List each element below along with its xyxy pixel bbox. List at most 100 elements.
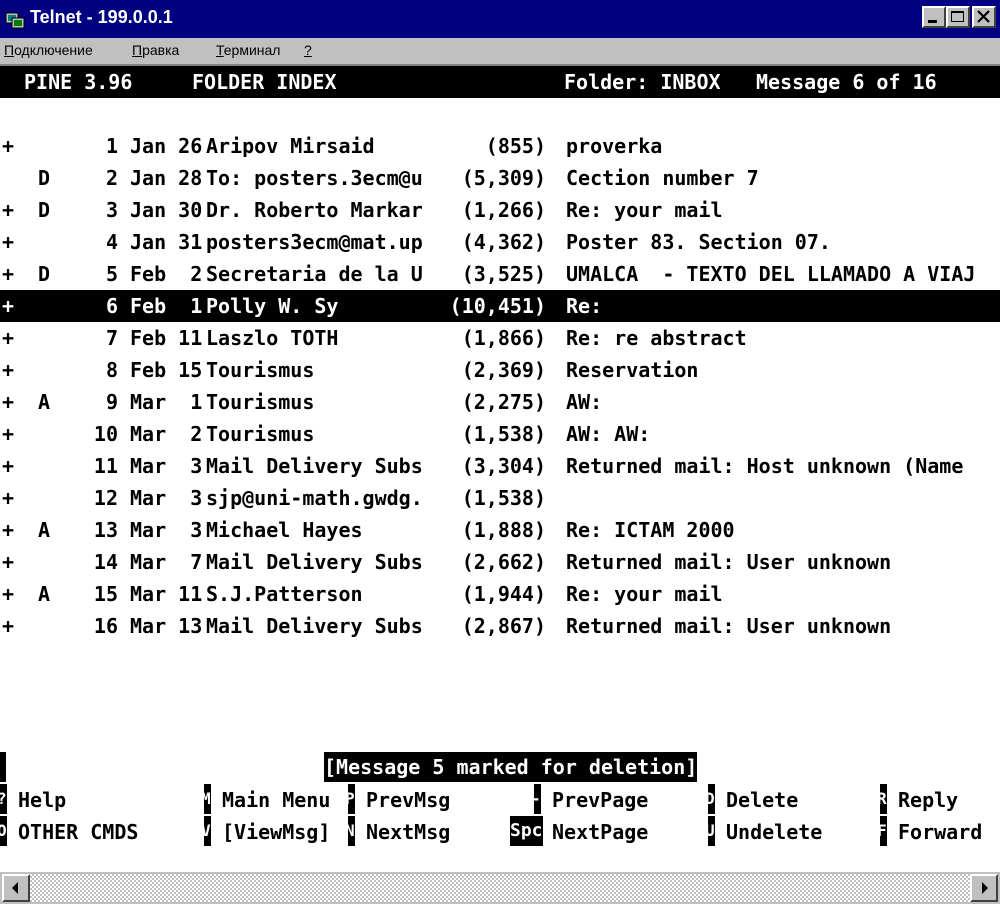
message-date: Mar 3 [130, 518, 203, 542]
message-flag: + [2, 550, 15, 574]
message-from: Laszlo TOTH [206, 326, 339, 350]
message-row[interactable]: +4 Jan 31 posters3ecm@mat.up (4,362) Poster … [0, 226, 1000, 258]
close-icon [977, 10, 990, 23]
message-from: Aripov Mirsaid [206, 134, 375, 158]
message-row[interactable]: +12 Mar 3 sjp@uni-math.gwdg. (1,538) [0, 482, 1000, 514]
command-key[interactable]: F [880, 816, 887, 846]
scroll-left-icon [12, 882, 18, 894]
message-size: (1,538) [461, 422, 546, 446]
command-key[interactable]: - [534, 784, 541, 814]
command-label[interactable]: Reply [898, 784, 958, 816]
message-row[interactable]: +10 Mar 2 Tourismus (1,538) AW: AW: [0, 418, 1000, 450]
pine-header-bar: PINE 3.96 FOLDER INDEX Folder: INBOX Mes… [0, 66, 1000, 98]
message-number: 7 [105, 326, 118, 350]
message-row[interactable]: + D 5 Feb 2 Secretaria de la U (3,525) UMALCA … [0, 258, 1000, 290]
message-number: 2 [105, 166, 118, 190]
message-row[interactable]: +1 Jan 26 Aripov Mirsaid (855) proverka [0, 130, 1000, 162]
message-size: (4,362) [461, 230, 546, 254]
message-row[interactable]: +14 Mar 7 Mail Delivery Subs (2,662) Returne… [0, 546, 1000, 578]
horizontal-scrollbar[interactable] [0, 872, 1000, 904]
minimize-button[interactable] [922, 6, 946, 28]
message-number: 4 [105, 230, 118, 254]
command-label[interactable]: Main Menu [222, 784, 330, 816]
command-label[interactable]: NextMsg [366, 816, 450, 848]
message-date: Mar 3 [130, 454, 203, 478]
message-number: 13 [93, 518, 118, 542]
command-label[interactable]: [ViewMsg] [222, 816, 330, 848]
command-label[interactable]: OTHER CMDS [18, 816, 138, 848]
menu-item-0[interactable]: Подключение [4, 42, 93, 58]
command-key[interactable]: R [880, 784, 887, 814]
message-status: D [38, 166, 51, 190]
window-title: Telnet - 199.0.0.1 [30, 7, 173, 27]
command-label[interactable]: Help [18, 784, 66, 816]
message-date: Mar 3 [130, 486, 203, 510]
menu-bar: Подключение Правка Терминал? [0, 38, 1000, 64]
command-label[interactable]: NextPage [552, 816, 648, 848]
message-row[interactable]: D 2 Jan 28 To: posters.3ecm@u (5,309) Cection… [0, 162, 1000, 194]
message-flag: + [2, 230, 15, 254]
message-subject: Re: [566, 294, 603, 318]
message-number: 15 [93, 582, 118, 606]
message-number: 9 [105, 390, 118, 414]
command-key[interactable]: V [204, 816, 211, 846]
message-date: Jan 28 [130, 166, 203, 190]
terminal-screen[interactable]: PINE 3.96 FOLDER INDEX Folder: INBOX Mes… [0, 64, 1000, 872]
close-button[interactable] [972, 6, 996, 28]
message-flag: + [2, 454, 15, 478]
message-from: Dr. Roberto Markar [206, 198, 423, 222]
message-date: Feb 2 [130, 262, 203, 286]
message-row[interactable]: + A 15 Mar 11 S.J.Patterson (1,944) Re: your m… [0, 578, 1000, 610]
command-key[interactable]: O [0, 816, 7, 846]
command-key[interactable]: Spc [510, 816, 543, 846]
telnet-window: Telnet - 199.0.0.1 Подключение Правка Терм… [0, 0, 1000, 904]
minimize-icon [928, 20, 937, 23]
menu-item-accelerator: П [4, 42, 15, 58]
message-row[interactable]: +16 Mar 13 Mail Delivery Subs (2,867) Return… [0, 610, 1000, 642]
message-subject: UMALCA - TEXTO DEL LLAMADO A VIAJ [566, 262, 976, 286]
command-label[interactable]: Delete [726, 784, 798, 816]
command-key[interactable]: M [204, 784, 211, 814]
command-label[interactable]: PrevMsg [366, 784, 450, 816]
message-row[interactable]: +6 Feb 1 Polly W. Sy (10,451) Re: [0, 290, 1000, 322]
command-key[interactable]: D [708, 784, 715, 814]
message-subject: Poster 83. Section 07. [566, 230, 831, 254]
message-row[interactable]: + A 13 Mar 3 Michael Hayes (1,888) Re: ICTAM 2… [0, 514, 1000, 546]
menu-item-2[interactable]: Терминал [216, 42, 280, 58]
message-row[interactable]: + A 9 Mar 1 Tourismus (2,275) AW: [0, 386, 1000, 418]
command-key[interactable]: N [348, 816, 355, 846]
scroll-left-button[interactable] [2, 874, 30, 902]
message-from: Mail Delivery Subs [206, 550, 423, 574]
status-message: [Message 5 marked for deletion] [324, 752, 698, 782]
command-label[interactable]: Forward [898, 816, 982, 848]
command-label[interactable]: PrevPage [552, 784, 648, 816]
message-row[interactable]: +7 Feb 11 Laszlo TOTH (1,866) Re: re abstrac… [0, 322, 1000, 354]
command-key[interactable]: P [348, 784, 355, 814]
command-label[interactable]: Undelete [726, 816, 822, 848]
message-flag: + [2, 582, 15, 606]
message-date: Jan 30 [130, 198, 203, 222]
message-row[interactable]: +11 Mar 3 Mail Delivery Subs (3,304) Returne… [0, 450, 1000, 482]
message-number: 5 [105, 262, 118, 286]
menu-item-3[interactable]: ? [304, 42, 312, 58]
menu-item-1[interactable]: Правка [132, 42, 179, 58]
maximize-button[interactable] [946, 6, 970, 28]
message-size: (1,538) [461, 486, 546, 510]
message-subject: Returned mail: User unknown [566, 614, 892, 638]
message-from: Mail Delivery Subs [206, 614, 423, 638]
message-size: (5,309) [461, 166, 546, 190]
message-status: A [38, 390, 51, 414]
message-row[interactable]: + D 3 Jan 30 Dr. Roberto Markar (1,266) Re: yo… [0, 194, 1000, 226]
command-key[interactable]: ? [0, 784, 7, 814]
scroll-right-button[interactable] [970, 874, 998, 902]
message-size: (855) [485, 134, 546, 158]
scroll-track[interactable] [30, 874, 972, 902]
message-subject: AW: AW: [566, 422, 651, 446]
message-subject: Reservation [566, 358, 699, 382]
message-from: Michael Hayes [206, 518, 363, 542]
message-from: Tourismus [206, 358, 315, 382]
message-row[interactable]: +8 Feb 15 Tourismus (2,369) Reservation [0, 354, 1000, 386]
command-key[interactable]: U [708, 816, 715, 846]
message-date: Feb 11 [130, 326, 203, 350]
menu-item-label: одключение [14, 42, 93, 58]
